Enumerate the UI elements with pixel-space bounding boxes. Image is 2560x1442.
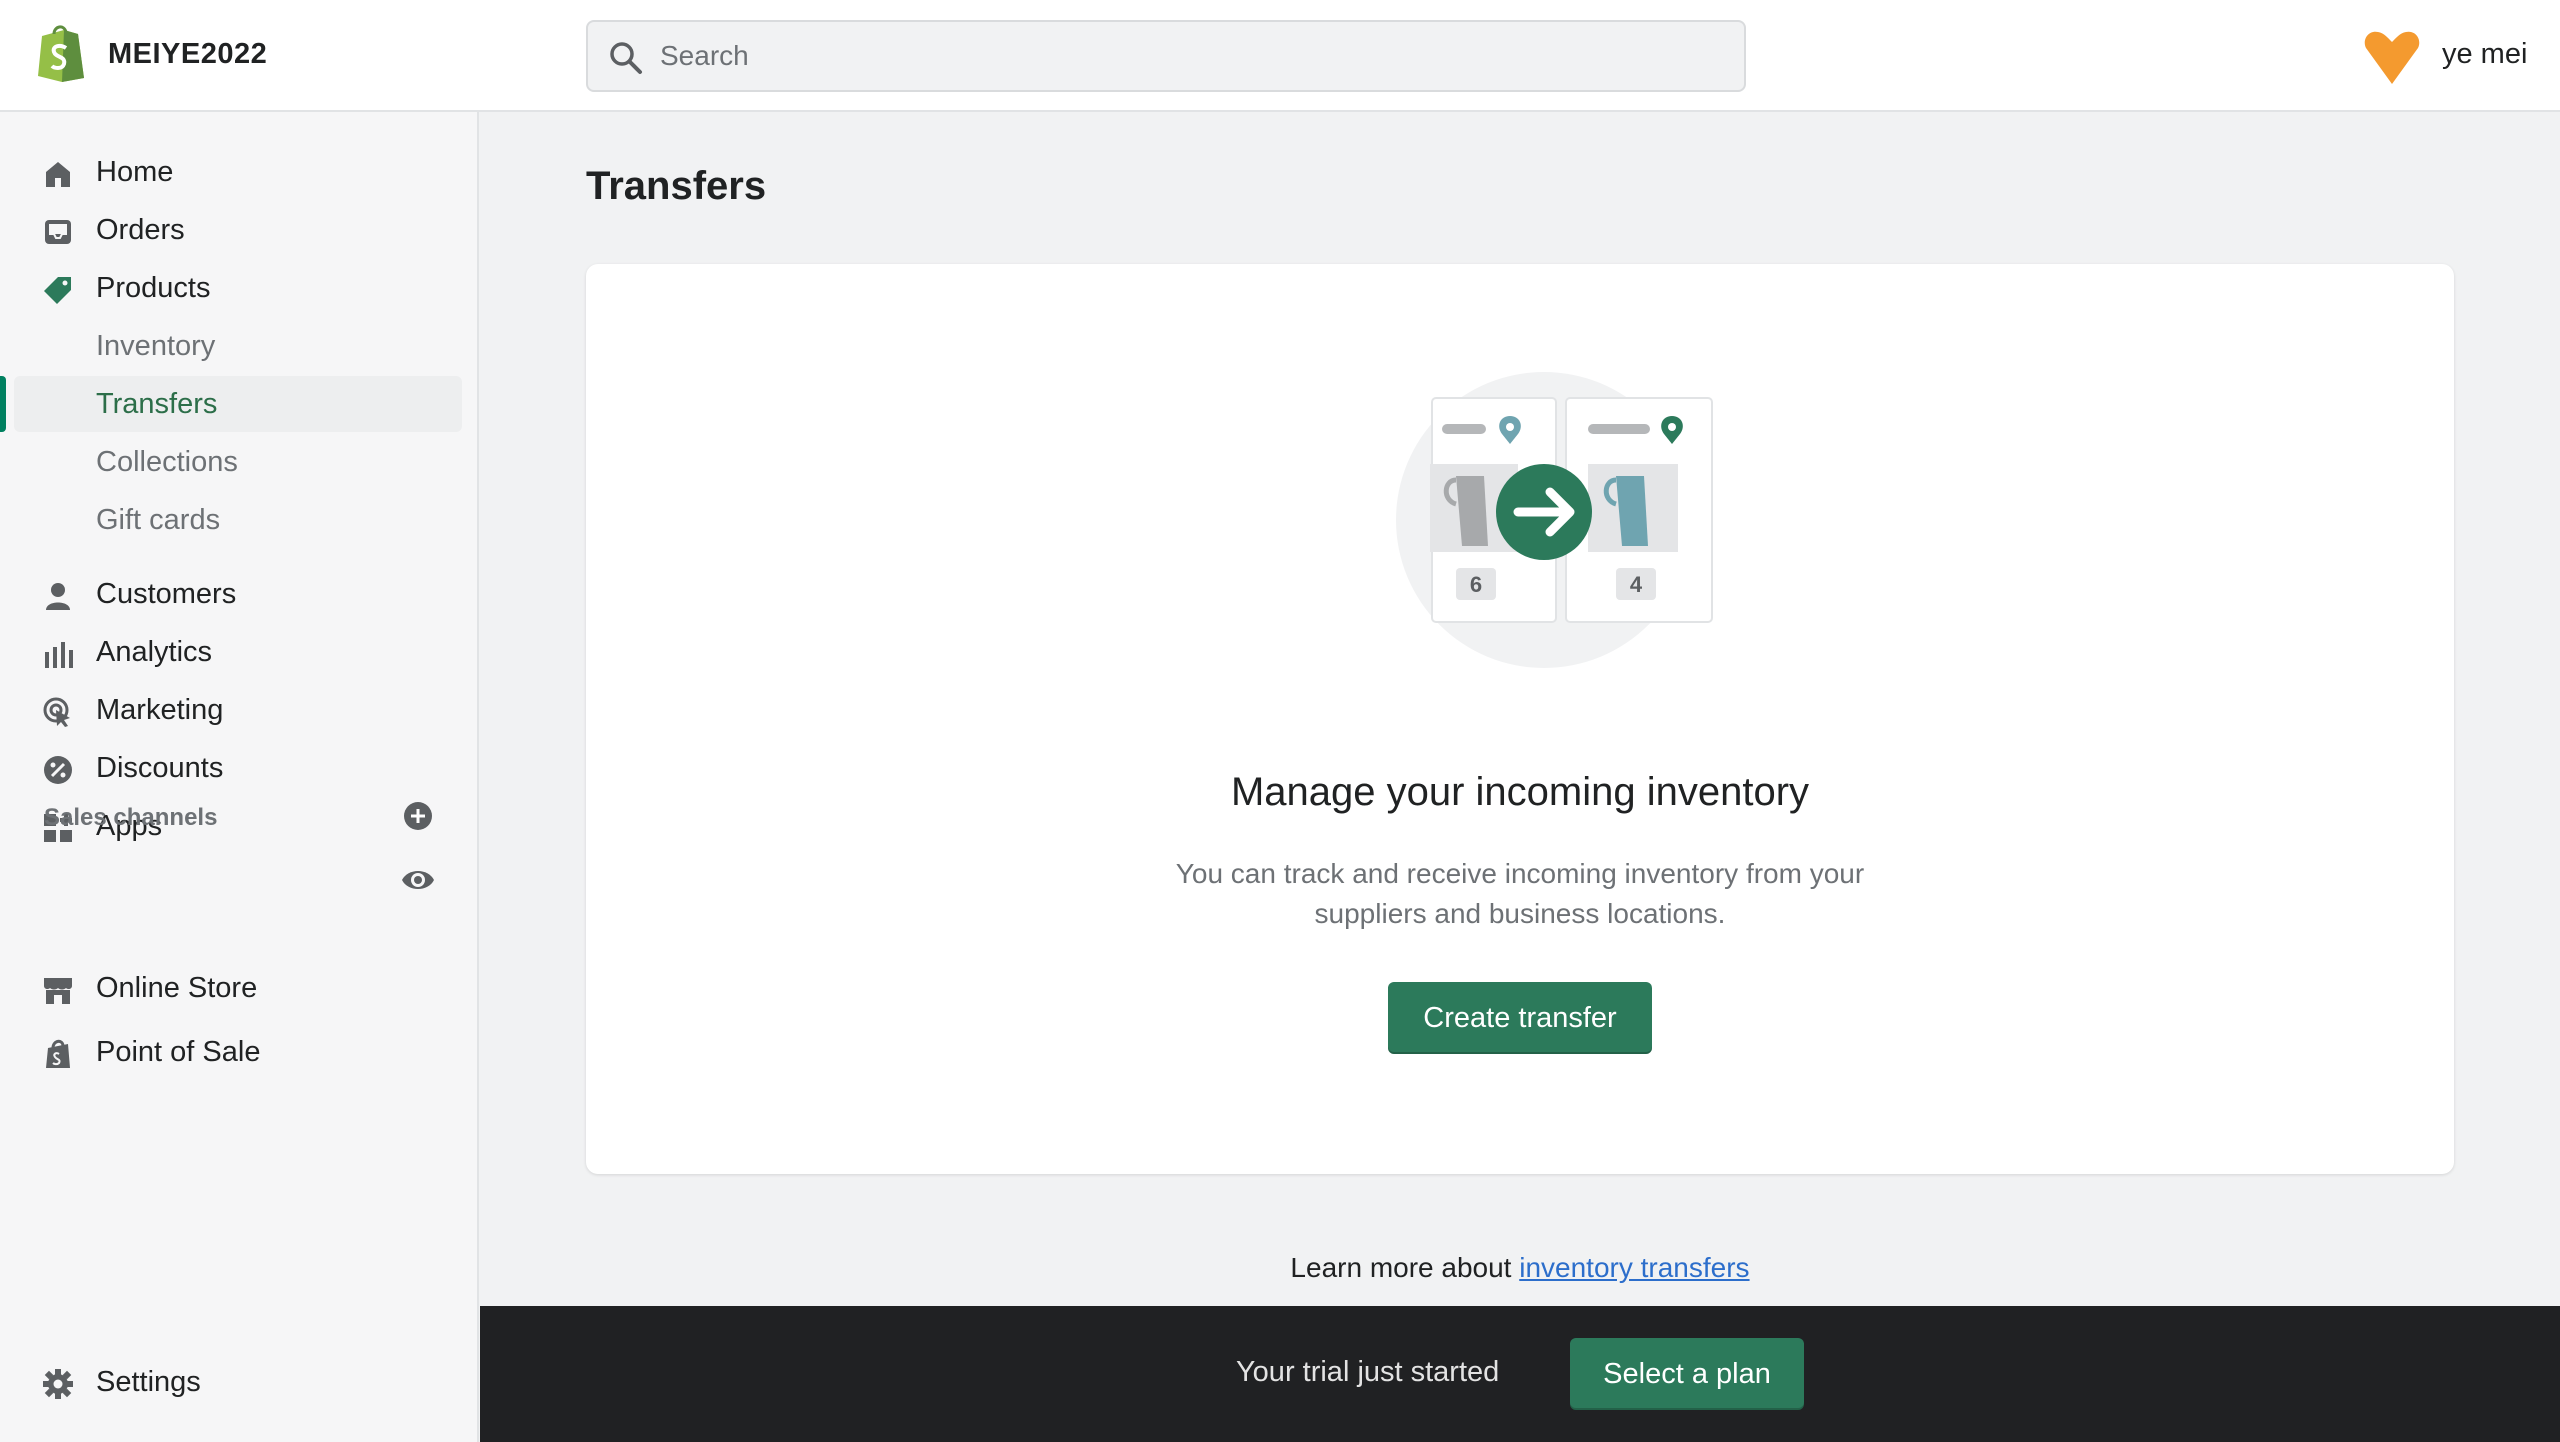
empty-state-heading: Manage your incoming inventory [1230,770,1810,814]
empty-state-body: You can track and receive incoming inven… [1175,858,1865,929]
sidebar-item-analytics[interactable]: Analytics [14,624,462,680]
sidebar-item-label: Customers [96,577,237,610]
search-icon [610,42,642,74]
target-icon [43,697,70,727]
sidebar-item-label: Inventory [96,329,216,362]
qty-to-label: 4 [1630,572,1643,597]
sidebar-item-gift-cards[interactable]: Gift cards [14,492,462,548]
sidebar-item-label: Marketing [96,693,224,726]
empty-state-card: 6 4 Manage your incoming inventory You c… [586,264,2454,1174]
person-icon [46,583,70,610]
store-name[interactable]: MEIYE2022 [108,38,267,71]
gear-icon [43,1369,73,1399]
user-name[interactable]: ye mei [2442,38,2527,71]
sidebar-item-label: Products [96,271,211,304]
sidebar-item-collections[interactable]: Collections [14,434,462,490]
sidebar-item-label: Point of Sale [96,1035,261,1068]
inventory-transfers-link[interactable]: inventory transfers [1519,1252,1749,1283]
active-indicator [0,376,6,432]
sidebar-item-customers[interactable]: Customers [14,566,462,622]
sidebar-item-label: Analytics [96,635,213,668]
sidebar-item-settings[interactable]: Settings [14,1354,462,1410]
top-bar: MEIYE2022 ye mei [0,0,2560,112]
tag-icon [44,277,71,304]
shopping-bag-icon [46,1039,70,1068]
sidebar-item-transfers[interactable]: Transfers [14,376,462,432]
trial-text: Your trial just started [1236,1356,1500,1388]
sidebar-item-online-store[interactable]: Online Store [14,960,462,1016]
sidebar-item-label: Online Store [96,971,258,1004]
transfer-illustration-icon: 6 4 [1396,372,1713,668]
create-transfer-button[interactable]: Create transfer [1388,982,1652,1054]
sidebar-item-marketing[interactable]: Marketing [14,682,462,738]
sidebar-item-label: Orders [96,213,185,246]
eye-icon[interactable] [400,862,436,898]
add-circle-icon[interactable] [402,800,434,832]
page-title: Transfers [586,164,767,208]
sidebar-item-label: Gift cards [96,503,221,536]
sidebar-item-discounts[interactable]: Discounts [14,740,462,796]
sidebar-item-inventory[interactable]: Inventory [14,318,462,374]
sidebar-item-label: Collections [96,445,238,478]
sidebar-item-products[interactable]: Products [14,260,462,316]
sidebar-item-point-of-sale[interactable]: Point of Sale [14,1024,462,1080]
sidebar-item-label: Settings [96,1365,201,1398]
shopify-logo-icon[interactable] [34,22,88,82]
sales-channels-title: Sales channels [44,804,218,831]
sidebar-item-home[interactable]: Home [14,144,462,200]
trial-banner: Your trial just started Select a plan [480,1306,2560,1442]
learn-more-text: Learn more about inventory transfers [0,1252,2560,1284]
sidebar-item-label: Discounts [96,751,224,784]
select-plan-button[interactable]: Select a plan [1570,1338,1804,1410]
store-icon [44,978,72,1004]
learn-more-prefix: Learn more about [1290,1252,1520,1283]
sidebar-item-label: Home [96,155,174,188]
sidebar-item-label: Transfers [96,387,218,420]
home-icon [46,162,70,187]
avatar[interactable] [2362,28,2422,84]
search-input[interactable] [660,22,1720,90]
inbox-icon [45,220,71,244]
qty-from-label: 6 [1470,572,1482,597]
bar-chart-icon [45,642,73,668]
search-bar[interactable] [586,20,1746,92]
sidebar-item-orders[interactable]: Orders [14,202,462,258]
discount-icon [44,756,72,784]
